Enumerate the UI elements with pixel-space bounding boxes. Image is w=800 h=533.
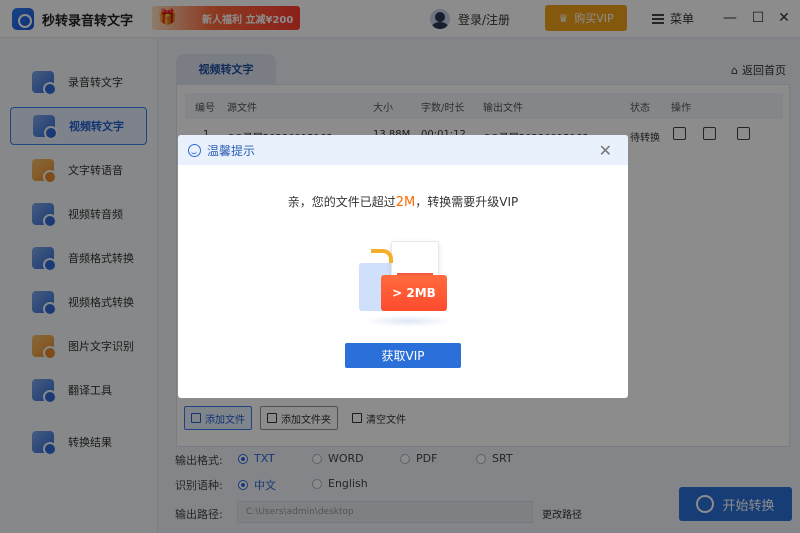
dialog-message: 亲，您的文件已超过2M，转换需要升级VIP [178,193,628,210]
dialog-title: 温馨提示 [207,143,256,158]
vip-dialog: 温馨提示 ✕ 亲，您的文件已超过2M，转换需要升级VIP > 2MB 获取VIP [178,135,628,398]
dialog-header: 温馨提示 ✕ [178,135,628,165]
waveform-icon [397,257,433,275]
get-vip-button[interactable]: 获取VIP [345,343,461,368]
illustration-shadow [363,315,453,327]
size-highlight: 2M [395,195,416,210]
file-size-illustration: > 2MB [353,235,463,330]
message-text: 亲，您的文件已超过 [287,195,396,209]
message-text: ，转换需要升级VIP [415,195,519,209]
size-badge: > 2MB [381,275,447,311]
dialog-close-button[interactable]: ✕ [599,141,612,160]
upload-arrow-icon [371,249,393,263]
smile-icon [188,143,201,157]
